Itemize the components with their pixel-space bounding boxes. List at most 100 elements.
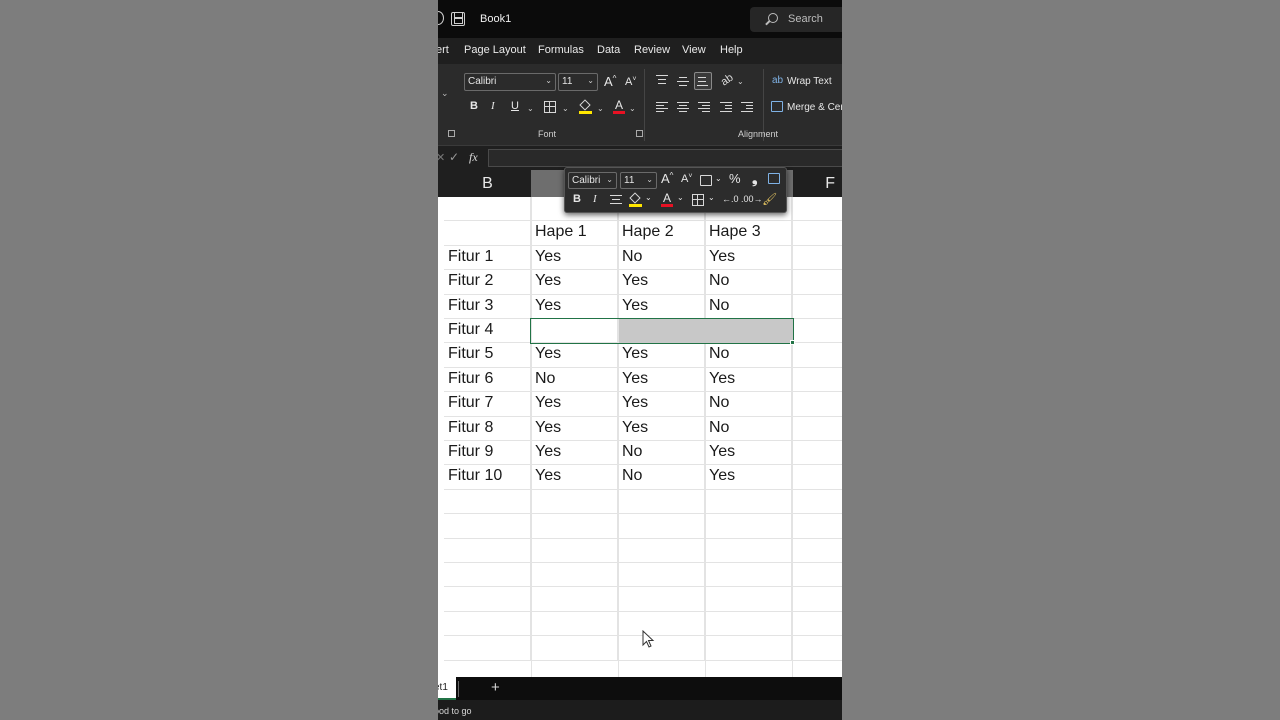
table-cell[interactable]: Yes	[705, 441, 792, 466]
table-cell[interactable]: Yes	[618, 343, 705, 368]
table-cell[interactable]: No	[618, 245, 705, 271]
empty-cell[interactable]	[792, 587, 842, 612]
row-label-cell[interactable]: Fitur 1	[444, 245, 531, 271]
table-cell[interactable]: Yes	[531, 245, 618, 271]
align-right-icon[interactable]	[698, 102, 710, 113]
add-sheet-button[interactable]: +	[491, 679, 500, 696]
empty-cell[interactable]	[792, 270, 842, 295]
empty-cell[interactable]	[618, 563, 705, 588]
undo-icon[interactable]	[438, 11, 444, 25]
chevron-down-icon[interactable]: ⌄	[645, 193, 652, 202]
chevron-down-icon[interactable]: ⌄	[629, 104, 636, 113]
empty-cell[interactable]	[618, 538, 705, 563]
sheet-tab-active[interactable]: et1	[438, 677, 456, 700]
mini-font-color-icon[interactable]: A	[661, 191, 673, 207]
table-cell[interactable]: Yes	[531, 441, 618, 466]
fill-handle[interactable]	[790, 340, 795, 345]
empty-cell[interactable]	[531, 636, 618, 661]
increase-indent-icon[interactable]	[741, 102, 753, 113]
empty-cell[interactable]	[792, 295, 842, 319]
align-top-icon[interactable]	[656, 75, 668, 85]
mini-grow-font-icon[interactable]: A^	[661, 171, 673, 186]
mini-shrink-font-icon[interactable]: A˅	[681, 173, 692, 185]
table-cell[interactable]: No	[705, 416, 792, 441]
tab-view[interactable]: View	[682, 44, 706, 56]
chevron-down-icon[interactable]: ⌄	[737, 77, 744, 86]
merge-center-button[interactable]: Merge & Cer	[787, 102, 842, 113]
tab-data[interactable]: Data	[597, 44, 620, 56]
row-label-cell[interactable]: Fitur 10	[444, 465, 531, 490]
empty-cell[interactable]	[792, 636, 842, 661]
header-cell-hape-2[interactable]: Hape 2	[618, 221, 705, 246]
column-header-b[interactable]: B	[444, 170, 531, 197]
font-size-select[interactable]: 11 ⌄	[558, 73, 598, 91]
accounting-format-icon[interactable]	[700, 175, 712, 186]
table-cell[interactable]: Yes	[705, 245, 792, 271]
mini-italic-button[interactable]: I	[593, 193, 597, 205]
grow-font-button[interactable]: A^	[604, 74, 616, 89]
empty-cell[interactable]	[792, 417, 842, 441]
empty-cell[interactable]	[444, 636, 531, 661]
empty-cell[interactable]	[792, 343, 842, 368]
tab-help[interactable]: Help	[720, 44, 743, 56]
empty-cell[interactable]	[618, 587, 705, 612]
empty-cell[interactable]	[792, 221, 842, 246]
table-cell[interactable]	[444, 221, 531, 246]
shrink-font-button[interactable]: A˅	[625, 76, 636, 88]
bold-button[interactable]: B	[470, 100, 478, 112]
table-cell[interactable]: Yes	[618, 367, 705, 393]
empty-cell[interactable]	[618, 636, 705, 661]
row-label-cell[interactable]: Fitur 2	[444, 270, 531, 295]
empty-cell[interactable]	[618, 611, 705, 637]
table-cell[interactable]: Yes	[705, 465, 792, 490]
table-cell[interactable]: Yes	[618, 392, 705, 417]
empty-cell[interactable]	[444, 563, 531, 588]
borders-icon[interactable]	[544, 101, 556, 113]
comma-style-button[interactable]: ❟	[752, 170, 758, 187]
save-icon[interactable]	[451, 12, 465, 26]
increase-decimal-icon[interactable]: .00→	[741, 194, 763, 204]
empty-cell[interactable]	[444, 197, 531, 222]
table-cell[interactable]: No	[531, 367, 618, 393]
empty-cell[interactable]	[531, 514, 618, 539]
format-cells-icon[interactable]	[768, 173, 780, 184]
row-label-cell[interactable]: Fitur 4	[444, 319, 531, 344]
tab-page-layout[interactable]: Page Layout	[464, 44, 526, 56]
decrease-decimal-icon[interactable]: ←.0	[722, 194, 739, 204]
empty-cell[interactable]	[618, 514, 705, 539]
empty-cell[interactable]	[792, 465, 842, 490]
empty-cell[interactable]	[444, 611, 531, 637]
table-cell[interactable]: No	[705, 294, 792, 319]
empty-cell[interactable]	[792, 490, 842, 515]
empty-cell[interactable]	[792, 319, 842, 344]
table-cell[interactable]: Yes	[531, 465, 618, 490]
table-cell[interactable]: No	[705, 392, 792, 417]
search-box[interactable]: Search	[750, 7, 842, 32]
mini-fill-color-icon[interactable]	[629, 192, 643, 207]
chevron-down-icon[interactable]: ⌄	[715, 174, 722, 183]
font-color-icon[interactable]: A	[613, 98, 625, 114]
table-cell[interactable]: Yes	[531, 416, 618, 441]
percent-style-button[interactable]: %	[729, 171, 741, 186]
italic-button[interactable]: I	[491, 100, 495, 112]
table-cell[interactable]: Yes	[531, 270, 618, 295]
insert-function-button[interactable]: fx	[469, 150, 478, 165]
row-label-cell[interactable]: Fitur 8	[444, 416, 531, 441]
table-cell[interactable]: No	[618, 441, 705, 466]
empty-cell[interactable]	[792, 246, 842, 271]
align-left-icon[interactable]	[656, 102, 668, 113]
empty-cell[interactable]	[444, 538, 531, 563]
wrap-text-button[interactable]: Wrap Text	[787, 76, 832, 87]
table-cell[interactable]: Yes	[531, 294, 618, 319]
row-label-cell[interactable]: Fitur 7	[444, 392, 531, 417]
mini-bold-button[interactable]: B	[573, 193, 581, 205]
fill-color-icon[interactable]	[579, 99, 593, 114]
row-label-cell[interactable]: Fitur 6	[444, 367, 531, 393]
empty-cell[interactable]	[531, 538, 618, 563]
table-cell[interactable]: No	[705, 270, 792, 295]
mini-center-icon[interactable]	[610, 195, 622, 205]
row-label-cell[interactable]: Fitur 5	[444, 343, 531, 368]
enter-icon[interactable]: ✓	[449, 150, 459, 164]
empty-cell[interactable]	[792, 563, 842, 588]
dialog-launcher-icon[interactable]	[448, 130, 455, 137]
